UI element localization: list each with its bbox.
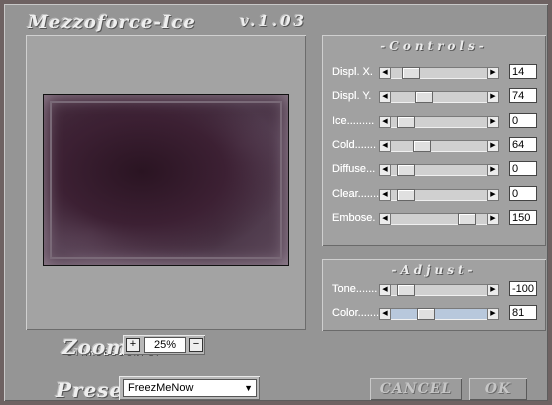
arrow-left-icon[interactable]: ◀ — [379, 91, 391, 104]
arrow-right-icon[interactable]: ▶ — [487, 91, 499, 104]
arrow-right-icon[interactable]: ▶ — [487, 115, 499, 128]
adjust-panel: -Adjust- Tone....... ◀ ▶ -100 Color....... ◀ ▶… — [322, 259, 546, 331]
arrow-right-icon[interactable]: ▶ — [487, 67, 499, 79]
slider-label-ice: Ice......... — [332, 114, 375, 127]
arrow-left-icon[interactable]: ◀ — [379, 67, 391, 79]
slider-label-cold: Cold....... — [332, 138, 377, 151]
slider-track-disply[interactable]: ◀ ▶ — [379, 91, 499, 104]
arrow-left-icon[interactable]: ◀ — [379, 188, 391, 201]
slider-label-displx: Displ. X. — [332, 66, 373, 78]
slider-row: Clear....... ◀ ▶ 0 — [322, 185, 546, 204]
arrow-right-icon[interactable]: ▶ — [487, 212, 499, 225]
slider-row: Diffuse... ◀ ▶ 0 — [322, 161, 546, 179]
slider-label-diffuse: Diffuse... — [332, 163, 376, 176]
slider-row: Displ. Y. ◀ ▶ 74 — [322, 88, 546, 106]
slider-row: Tone....... ◀ ▶ -100 — [322, 281, 546, 299]
slider-track-displx[interactable]: ◀ ▶ — [379, 67, 499, 79]
cancel-button[interactable]: CANCEL — [370, 378, 462, 400]
zoom-out-button[interactable]: − — [189, 338, 203, 352]
slider-label-clear: Clear....... — [332, 187, 380, 200]
window-title: Mezzoforce-Ice — [28, 12, 196, 33]
slider-value-disply[interactable]: 74 — [509, 88, 537, 104]
arrow-left-icon[interactable]: ◀ — [379, 212, 391, 225]
chevron-down-icon: ▼ — [244, 383, 253, 393]
slider-row: Embose. ◀ ▶ 150 — [322, 209, 546, 228]
slider-track-ice[interactable]: ◀ ▶ — [379, 115, 499, 128]
slider-value-clear[interactable]: 0 — [509, 185, 537, 201]
slider-thumb-color[interactable] — [417, 308, 435, 320]
ok-button[interactable]: OK — [469, 378, 527, 400]
slider-label-disply: Displ. Y. — [332, 90, 372, 103]
slider-value-ice[interactable]: 0 — [509, 112, 537, 128]
slider-track-embose[interactable]: ◀ ▶ — [379, 212, 499, 225]
slider-track-color[interactable]: ◀ ▶ — [379, 308, 499, 320]
slider-thumb-cold[interactable] — [413, 139, 431, 152]
slider-thumb-tone[interactable] — [397, 284, 415, 296]
arrow-right-icon[interactable]: ▶ — [487, 188, 499, 201]
slider-thumb-ice[interactable] — [397, 115, 415, 128]
slider-value-diffuse[interactable]: 0 — [509, 161, 537, 177]
slider-thumb-disply[interactable] — [415, 91, 433, 104]
arrow-right-icon[interactable]: ▶ — [487, 139, 499, 152]
slider-thumb-clear[interactable] — [397, 188, 415, 201]
slider-value-tone[interactable]: -100 — [509, 281, 537, 296]
slider-value-color[interactable]: 81 — [509, 305, 537, 320]
zoom-value: 25% — [144, 337, 186, 353]
arrow-left-icon[interactable]: ◀ — [379, 139, 391, 152]
slider-thumb-diffuse[interactable] — [397, 164, 415, 177]
preview-inner-frame — [50, 101, 282, 259]
arrow-right-icon[interactable]: ▶ — [487, 284, 499, 296]
slider-thumb-displx[interactable] — [402, 67, 420, 79]
slider-value-cold[interactable]: 64 — [509, 136, 537, 152]
controls-panel: -Controls- Displ. X. ◀ ▶ 14 Displ. Y. ◀ ▶ 74 Ice… — [322, 35, 546, 246]
slider-row: Color....... ◀ ▶ 81 — [322, 305, 546, 323]
plugin-body: Mezzoforce-Ice v.1.03 STARDESIGNPSP Zoom… — [4, 4, 548, 402]
slider-label-color: Color....... — [332, 307, 380, 319]
arrow-left-icon[interactable]: ◀ — [379, 308, 391, 320]
preset-control: FreezMeNow ▼ — [119, 376, 260, 400]
arrow-right-icon[interactable]: ▶ — [487, 308, 499, 320]
slider-track-diffuse[interactable]: ◀ ▶ — [379, 164, 499, 177]
arrow-left-icon[interactable]: ◀ — [379, 115, 391, 128]
adjust-title: -Adjust- — [391, 263, 477, 277]
slider-thumb-embose[interactable] — [458, 212, 476, 225]
arrow-left-icon[interactable]: ◀ — [379, 164, 391, 177]
zoom-in-button[interactable]: + — [126, 338, 140, 352]
preset-dropdown[interactable]: FreezMeNow ▼ — [123, 379, 257, 397]
slider-label-embose: Embose. — [332, 211, 376, 224]
slider-track-tone[interactable]: ◀ ▶ — [379, 284, 499, 296]
arrow-right-icon[interactable]: ▶ — [487, 164, 499, 177]
window-frame: Mezzoforce-Ice v.1.03 STARDESIGNPSP Zoom… — [0, 0, 552, 405]
slider-value-displx[interactable]: 14 — [509, 64, 537, 79]
preview-panel: STARDESIGNPSP — [26, 35, 306, 358]
slider-value-embose[interactable]: 150 — [509, 209, 537, 225]
zoom-label: Zoom — [62, 335, 129, 359]
preset-selected-value: FreezMeNow — [128, 382, 194, 394]
slider-row: Cold....... ◀ ▶ 64 — [322, 136, 546, 155]
arrow-left-icon[interactable]: ◀ — [379, 284, 391, 296]
slider-row: Displ. X. ◀ ▶ 14 — [322, 64, 546, 82]
version-label: v.1.03 — [240, 12, 307, 30]
slider-label-tone: Tone....... — [332, 283, 378, 295]
zoom-control: + 25% − — [123, 335, 205, 355]
slider-track-cold[interactable]: ◀ ▶ — [379, 139, 499, 152]
slider-row: Ice......... ◀ ▶ 0 — [322, 112, 546, 131]
controls-title: -Controls- — [380, 39, 488, 53]
slider-track-clear[interactable]: ◀ ▶ — [379, 188, 499, 201]
preview-image[interactable] — [43, 94, 289, 266]
